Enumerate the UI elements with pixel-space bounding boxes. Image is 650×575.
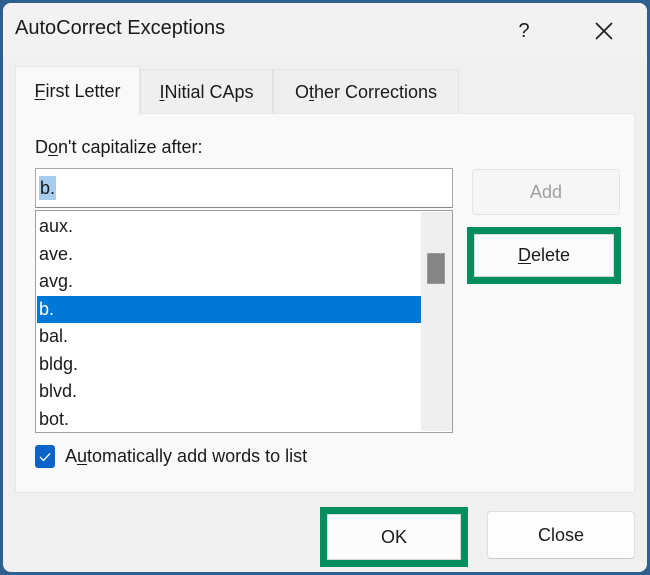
auto-add-checkbox-row[interactable]: Automatically add words to list (35, 445, 307, 468)
close-window-button[interactable] (579, 11, 629, 51)
list-items-container: aux. ave. avg. b. bal. bldg. blvd. bot. (37, 213, 421, 433)
delete-button[interactable]: Delete (474, 234, 614, 277)
ok-button[interactable]: OK (327, 514, 461, 560)
scroll-thumb[interactable] (427, 253, 445, 284)
list-item[interactable]: aux. (37, 213, 421, 241)
autocorrect-exceptions-dialog: AutoCorrect Exceptions ? First Letter IN… (3, 3, 647, 572)
screen-background: AutoCorrect Exceptions ? First Letter IN… (0, 0, 650, 575)
tab-label: INitial CAps (159, 81, 254, 102)
first-letter-panel: Don't capitalize after: b. aux. ave. avg. b… (15, 113, 635, 493)
tab-initial-caps[interactable]: INitial CAps (140, 69, 273, 114)
close-icon (595, 22, 613, 40)
tab-first-letter[interactable]: First Letter (15, 66, 140, 115)
dialog-title: AutoCorrect Exceptions (15, 17, 226, 39)
exceptions-list[interactable]: aux. ave. avg. b. bal. bldg. blvd. bot. (35, 210, 453, 433)
list-item[interactable]: blvd. (37, 378, 421, 406)
dont-capitalize-label: Don't capitalize after: (35, 137, 203, 157)
list-item[interactable]: avg. (37, 268, 421, 296)
tab-other-corrections[interactable]: Other Corrections (273, 69, 459, 114)
delete-label: Delete (517, 245, 571, 265)
tab-label: Other Corrections (294, 81, 438, 102)
list-item[interactable]: bot. (37, 406, 421, 433)
exception-input[interactable]: b. (35, 168, 453, 208)
list-scrollbar[interactable] (421, 212, 452, 431)
tab-label: First Letter (34, 80, 121, 101)
input-selected-text: b. (39, 176, 57, 200)
list-item[interactable]: b. (37, 295, 421, 323)
title-bar: AutoCorrect Exceptions ? (3, 3, 647, 58)
help-button[interactable]: ? (499, 11, 549, 51)
list-item[interactable]: bal. (37, 323, 421, 351)
list-item[interactable]: ave. (37, 241, 421, 269)
list-item[interactable]: bldg. (37, 351, 421, 379)
add-button[interactable]: Add (472, 169, 620, 215)
close-button[interactable]: Close (487, 511, 635, 559)
checkmark-icon (39, 452, 51, 461)
auto-add-label: Automatically add words to list (65, 446, 308, 466)
help-icon: ? (518, 19, 530, 42)
auto-add-checkbox[interactable] (35, 445, 55, 468)
